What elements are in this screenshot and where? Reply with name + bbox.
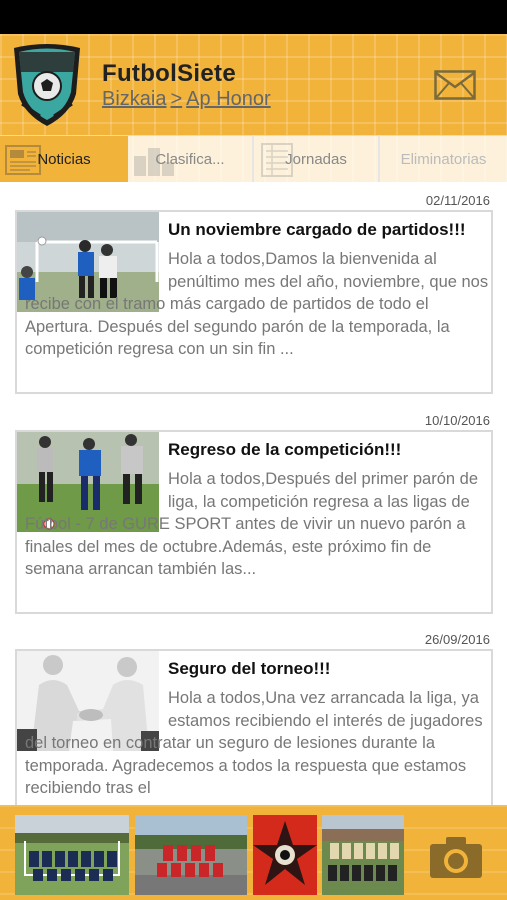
app-title: FutbolSiete — [102, 60, 236, 87]
status-bar — [0, 0, 507, 34]
gallery-photo[interactable] — [253, 815, 317, 895]
news-body: Hola a todos,Una vez arrancada la liga, … — [25, 689, 483, 797]
news-title: Regreso de la competición!!! — [168, 440, 402, 459]
gallery-photo[interactable] — [322, 815, 404, 895]
tab-eliminatorias[interactable]: Eliminatorias — [380, 135, 507, 182]
tab-jornadas-label: Jornadas — [285, 150, 347, 168]
camera-icon[interactable] — [428, 834, 484, 880]
tab-jornadas[interactable]: Jornadas — [254, 135, 380, 182]
news-feed[interactable]: 02/11/2016 Un noviembre cargado de parti… — [0, 182, 507, 805]
gallery-photo[interactable] — [15, 815, 129, 895]
tab-noticias[interactable]: Noticias — [0, 135, 128, 182]
news-date: 02/11/2016 — [425, 193, 490, 208]
tab-noticias-label: Noticias — [37, 150, 91, 168]
news-date: 26/09/2016 — [424, 632, 490, 647]
tab-clasificacion-label: Clasifica... — [155, 150, 225, 168]
breadcrumb-separator: > — [170, 88, 183, 110]
news-card[interactable]: Regreso de la competición!!! Hola a todo… — [15, 430, 493, 614]
news-body: Hola a todos,Después del primer parón de… — [25, 470, 479, 578]
tab-clasificacion[interactable]: Clasifica... — [128, 135, 254, 182]
breadcrumb-region[interactable]: Bizkaia — [102, 88, 166, 110]
news-card[interactable]: Un noviembre cargado de partidos!!! Hola… — [15, 210, 493, 394]
photo-gallery — [0, 805, 507, 900]
tab-bar: Noticias Clasifica... Jornadas Eliminato… — [0, 135, 507, 182]
shield-logo-icon[interactable] — [10, 42, 84, 128]
news-title: Seguro del torneo!!! — [168, 659, 331, 678]
news-date: 10/10/2016 — [424, 413, 490, 428]
gallery-photo[interactable] — [135, 815, 247, 895]
breadcrumb[interactable]: Bizkaia > Ap Honor — [102, 88, 271, 111]
news-card[interactable]: Seguro del torneo!!! Hola a todos,Una ve… — [15, 649, 493, 805]
envelope-icon[interactable] — [434, 70, 476, 100]
breadcrumb-league[interactable]: Ap Honor — [186, 88, 271, 110]
tab-eliminatorias-label: Eliminatorias — [400, 150, 487, 168]
news-title: Un noviembre cargado de partidos!!! — [168, 220, 466, 239]
news-body: Hola a todos,Damos la bienvenida al penú… — [25, 250, 489, 358]
app-header: FutbolSiete Bizkaia > Ap Honor — [0, 34, 507, 135]
